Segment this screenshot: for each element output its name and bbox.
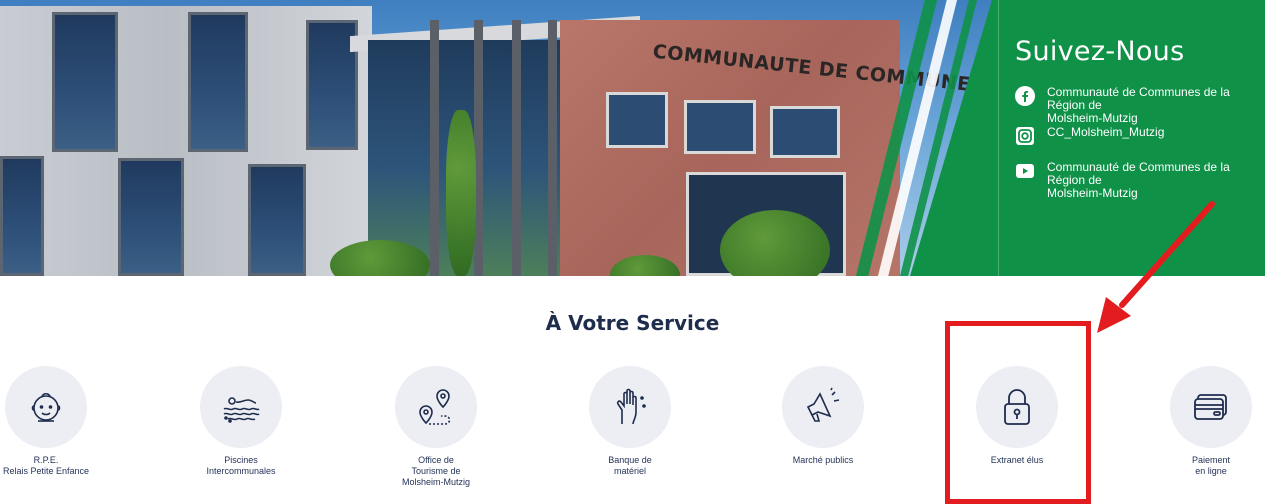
building-window bbox=[0, 156, 44, 276]
pillar bbox=[474, 20, 483, 276]
service-icon-circle bbox=[782, 366, 864, 448]
credit-card-icon bbox=[1194, 394, 1227, 420]
social-link-label: Communauté de Communes de la Région de M… bbox=[1047, 161, 1230, 200]
swimmer-icon bbox=[223, 397, 260, 423]
social-link-youtube[interactable]: Communauté de Communes de la Région de M… bbox=[1015, 161, 1265, 200]
baby-face-icon bbox=[31, 392, 61, 422]
service-office-tourisme[interactable]: Office de Tourisme de Molsheim-Mutzig bbox=[356, 366, 516, 488]
map-route-icon bbox=[419, 389, 451, 425]
service-banque-materiel[interactable]: Banque de matériel bbox=[550, 366, 710, 477]
social-link-label: CC_Molsheim_Mutzig bbox=[1047, 126, 1165, 139]
highlight-box bbox=[945, 321, 1091, 504]
tree bbox=[446, 110, 476, 276]
service-icon-circle bbox=[395, 366, 477, 448]
social-link-facebook[interactable]: Communauté de Communes de la Région de M… bbox=[1015, 86, 1265, 125]
social-link-instagram[interactable]: CC_Molsheim_Mutzig bbox=[1015, 126, 1265, 146]
service-label: Paiement en ligne bbox=[1191, 455, 1231, 476]
follow-title: Suivez-Nous bbox=[1015, 36, 1185, 67]
service-paiement-en-ligne[interactable]: Paiement en ligne bbox=[1131, 366, 1265, 477]
service-icon-circle bbox=[200, 366, 282, 448]
service-marche-publics[interactable]: Marché publics bbox=[743, 366, 903, 466]
building-window bbox=[606, 92, 668, 148]
building-window bbox=[118, 158, 184, 276]
instagram-icon bbox=[1015, 126, 1035, 146]
service-label: Piscines Intercommunales bbox=[206, 455, 276, 476]
building-window bbox=[52, 12, 118, 152]
raised-hand-icon bbox=[616, 388, 646, 425]
service-label: Office de Tourisme de Molsheim-Mutzig bbox=[401, 455, 470, 487]
service-rpe[interactable]: R.P.E. Relais Petite Enfance bbox=[0, 366, 126, 477]
youtube-icon bbox=[1015, 161, 1035, 181]
pillar bbox=[430, 20, 439, 276]
megaphone-icon bbox=[806, 387, 840, 422]
service-icon-circle bbox=[589, 366, 671, 448]
facebook-icon bbox=[1015, 86, 1035, 106]
building-window bbox=[188, 12, 248, 152]
building-window bbox=[684, 100, 756, 154]
hero-banner: COMMUNAUTE DE COMMUNES Suivez-Nous Commu… bbox=[0, 0, 1265, 276]
service-label: Banque de matériel bbox=[608, 455, 652, 476]
service-icon-circle bbox=[1170, 366, 1252, 448]
service-label: R.P.E. Relais Petite Enfance bbox=[2, 455, 90, 476]
building-window bbox=[770, 106, 840, 158]
service-piscines[interactable]: Piscines Intercommunales bbox=[161, 366, 321, 477]
social-link-label: Communauté de Communes de la Région de M… bbox=[1047, 86, 1230, 125]
pillar bbox=[548, 20, 557, 276]
divider bbox=[998, 0, 999, 276]
service-icon-circle bbox=[5, 366, 87, 448]
building-window bbox=[248, 164, 306, 276]
pillar bbox=[512, 20, 521, 276]
service-label: Marché publics bbox=[792, 455, 854, 465]
office-building bbox=[0, 6, 372, 276]
